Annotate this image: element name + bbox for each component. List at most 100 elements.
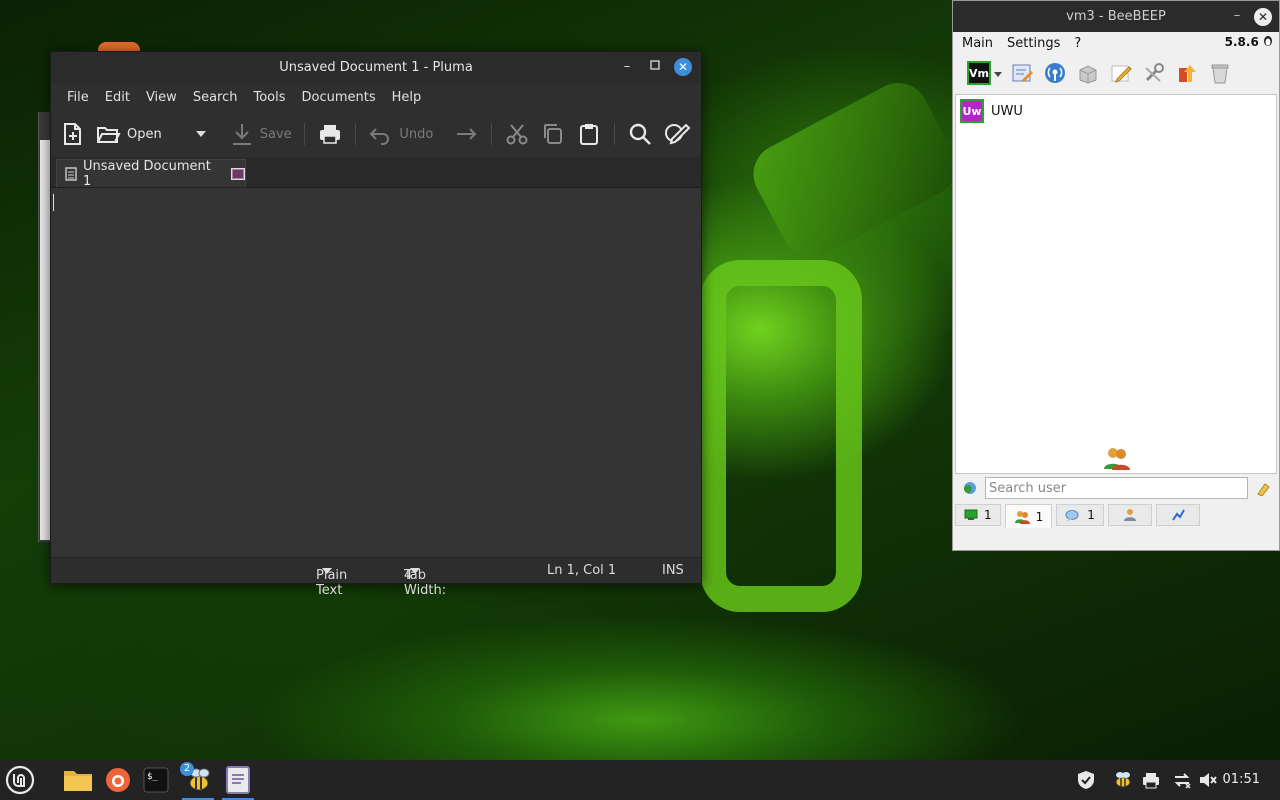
- write-message-button[interactable]: [1109, 61, 1133, 85]
- chevron-down-icon: [994, 71, 1002, 77]
- trash-button[interactable]: [1208, 61, 1232, 85]
- wallpaper-shape: [742, 72, 968, 268]
- toolbar-separator: [614, 123, 615, 145]
- minimize-button[interactable]: –: [1228, 7, 1246, 25]
- toolbar-separator: [354, 123, 356, 145]
- tab-label: Unsaved Document 1: [82, 158, 211, 189]
- menu-documents[interactable]: Documents: [294, 90, 384, 105]
- close-button[interactable]: ✕: [674, 58, 692, 76]
- svg-text:$_: $_: [147, 772, 158, 782]
- shield-icon[interactable]: [1076, 770, 1096, 794]
- toolbar: Open Save Undo: [51, 111, 701, 157]
- clock[interactable]: 01:51: [1223, 772, 1260, 787]
- paste-button[interactable]: [576, 121, 602, 147]
- close-button[interactable]: ✕: [1254, 8, 1272, 26]
- text-cursor: [53, 194, 54, 211]
- undo-label: Undo: [399, 126, 434, 142]
- beebeep-toolbar: Vm: [953, 54, 1279, 92]
- status-edit-icon: [1012, 64, 1033, 82]
- pluma-task[interactable]: [220, 763, 256, 800]
- tab-count: 1: [1087, 508, 1095, 522]
- tab-groups[interactable]: [1107, 504, 1152, 526]
- beebeep-window: vm3 - BeeBEEP – ✕ Main Settings ? 5.8.6 …: [952, 0, 1280, 551]
- box-icon: [1079, 65, 1097, 84]
- tab-network[interactable]: [1155, 504, 1200, 526]
- version-label: 5.8.6: [1225, 34, 1273, 49]
- open-button[interactable]: Open: [95, 121, 162, 147]
- users-icon: [1014, 510, 1030, 524]
- folder-open-icon: [97, 127, 121, 143]
- clear-search-icon[interactable]: [1255, 480, 1271, 496]
- firefox-launcher[interactable]: [100, 763, 136, 797]
- beebeep-task[interactable]: 2: [180, 762, 216, 800]
- status-message-button[interactable]: [1010, 61, 1034, 85]
- pencil-icon: [1111, 65, 1132, 83]
- search-user-input[interactable]: [985, 477, 1248, 499]
- cursor-position: Ln 1, Col 1: [547, 563, 617, 578]
- linux-icon: [1264, 36, 1272, 46]
- profile-dropdown[interactable]: [994, 66, 1002, 81]
- save-button[interactable]: Save: [230, 121, 292, 147]
- user-item[interactable]: Uw UWU: [960, 99, 1023, 123]
- terminal-launcher[interactable]: $_: [138, 763, 174, 797]
- menu-settings[interactable]: Settings: [1000, 36, 1067, 51]
- search-user-icon: [964, 482, 976, 494]
- save-icon: [232, 124, 251, 145]
- notification-badge: 2: [180, 762, 194, 776]
- menu-tools[interactable]: Tools: [245, 90, 293, 105]
- bee-tray-icon[interactable]: [1111, 770, 1133, 794]
- profile-button[interactable]: Vm: [967, 61, 991, 85]
- tab-count: 1: [984, 508, 992, 522]
- toolbar-separator: [491, 123, 493, 145]
- tab-close-icon[interactable]: [231, 167, 245, 180]
- wallpaper-shape: [700, 260, 862, 612]
- broadcast-icon: [1045, 63, 1065, 83]
- tab-users-online[interactable]: 1: [955, 504, 1001, 526]
- minimize-button[interactable]: –: [618, 58, 636, 76]
- window-title: Unsaved Document 1 - Pluma: [279, 60, 473, 75]
- pluma-titlebar[interactable]: Unsaved Document 1 - Pluma – ✕: [51, 52, 701, 83]
- tab-users[interactable]: 1: [1004, 504, 1053, 528]
- find-button[interactable]: [627, 121, 653, 147]
- menu-main[interactable]: Main: [955, 36, 1000, 51]
- chevron-down-icon: [195, 131, 206, 137]
- menu-help[interactable]: Help: [384, 90, 430, 105]
- broadcast-button[interactable]: [1043, 61, 1067, 85]
- menu-search[interactable]: Search: [185, 90, 246, 105]
- redo-icon: [457, 128, 477, 140]
- find-replace-icon: [665, 123, 691, 145]
- menubar: File Edit View Search Tools Documents He…: [51, 83, 701, 111]
- menu-view[interactable]: View: [138, 90, 185, 105]
- user-name: UWU: [991, 103, 1023, 119]
- cut-icon: [506, 124, 528, 145]
- share-box-button[interactable]: [1076, 61, 1100, 85]
- redo-button[interactable]: [453, 121, 479, 147]
- background-window-content: [40, 140, 50, 540]
- user-list: Uw UWU: [955, 94, 1277, 474]
- text-editor[interactable]: [51, 188, 701, 558]
- tab-document[interactable]: Unsaved Document 1: [56, 158, 246, 189]
- update-button[interactable]: [1175, 61, 1199, 85]
- volume-muted-icon[interactable]: [1198, 770, 1218, 794]
- menu-edit[interactable]: Edit: [97, 90, 138, 105]
- maximize-button[interactable]: [646, 58, 664, 76]
- menu-help[interactable]: ?: [1067, 36, 1088, 51]
- tab-chats[interactable]: 1: [1056, 504, 1104, 526]
- copy-button[interactable]: [540, 121, 566, 147]
- network-icon[interactable]: [1172, 770, 1192, 794]
- open-recent-dropdown[interactable]: [190, 131, 206, 137]
- menu-file[interactable]: File: [59, 90, 97, 105]
- tools-button[interactable]: [1142, 61, 1166, 85]
- beebeep-titlebar[interactable]: vm3 - BeeBEEP – ✕: [953, 1, 1279, 32]
- menu-button[interactable]: [2, 763, 38, 797]
- undo-button[interactable]: Undo: [367, 121, 433, 147]
- cut-button[interactable]: [504, 121, 530, 147]
- print-button[interactable]: [317, 121, 343, 147]
- pluma-window: Unsaved Document 1 - Pluma – ✕ File Edit…: [50, 51, 702, 598]
- files-launcher[interactable]: [60, 763, 96, 797]
- find-replace-button[interactable]: [663, 121, 691, 147]
- printer-icon[interactable]: [1141, 770, 1161, 794]
- new-document-button[interactable]: [59, 121, 85, 147]
- firefox-icon: [106, 768, 130, 792]
- copy-icon: [544, 124, 563, 144]
